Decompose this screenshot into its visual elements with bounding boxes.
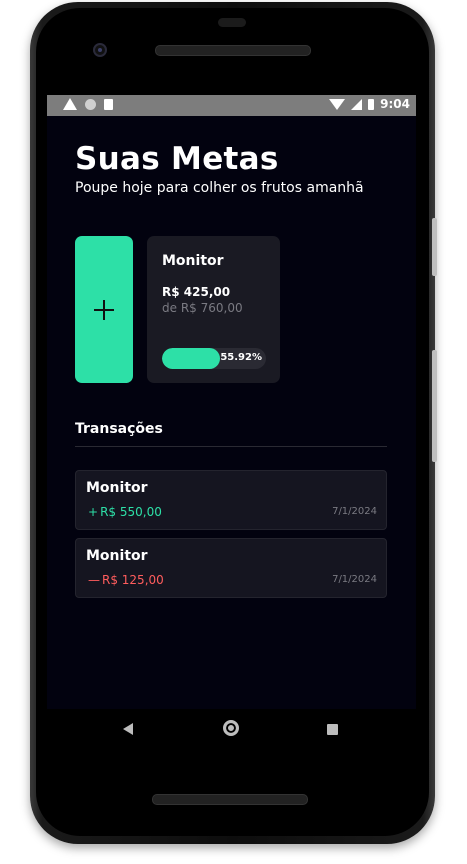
transaction-sign: + [88,505,99,519]
goal-progress-fill [162,348,221,369]
transaction-sign: — [88,573,100,587]
front-camera [93,43,107,57]
status-system: 9:04 [329,97,410,111]
transaction-date: 7/1/2024 [332,574,377,585]
recents-icon[interactable] [327,724,338,735]
goal-progress-bar: 55.92% [162,348,266,369]
transaction-date: 7/1/2024 [332,506,377,517]
warning-icon [63,98,77,110]
power-button [432,350,437,462]
transaction-name: Monitor [86,480,148,496]
goal-progress-label: 55.92% [220,352,262,363]
wifi-icon [329,98,346,110]
transactions-title: Transações [75,421,163,437]
status-bar: 9:04 [47,95,416,116]
plus-icon [94,299,114,320]
signal-icon [351,98,363,110]
section-divider [75,446,387,447]
home-icon[interactable] [223,720,239,736]
sync-icon [85,98,96,110]
top-speaker [155,45,311,56]
transaction-value: R$ 550,00 [100,505,162,519]
battery-icon [368,98,375,110]
transaction-amount: — R$ 125,00 [88,573,164,587]
transaction-item[interactable]: Monitor — R$ 125,00 7/1/2024 [75,538,387,598]
back-icon[interactable] [123,723,133,735]
transaction-amount: + R$ 550,00 [88,505,162,519]
transaction-item[interactable]: Monitor + R$ 550,00 7/1/2024 [75,470,387,530]
app-screen: 9:04 Suas Metas Poupe hoje para colher o… [47,95,416,709]
page-title: Suas Metas [75,141,279,177]
transaction-name: Monitor [86,548,148,564]
volume-button [432,218,437,276]
status-time: 9:04 [380,97,410,111]
transaction-value: R$ 125,00 [102,573,164,587]
page-subtitle: Poupe hoje para colher os frutos amanhã [75,180,364,196]
goal-target-amount: de R$ 760,00 [162,301,243,315]
status-notifications [63,98,113,110]
bottom-speaker [152,794,308,805]
sd-card-icon [104,98,113,110]
goal-name: Monitor [162,253,224,269]
add-goal-button[interactable] [75,236,133,383]
earpiece [218,18,246,27]
goal-card[interactable]: Monitor R$ 425,00 de R$ 760,00 55.92% [147,236,280,383]
android-nav-bar [47,709,416,749]
goal-saved-amount: R$ 425,00 [162,285,231,299]
